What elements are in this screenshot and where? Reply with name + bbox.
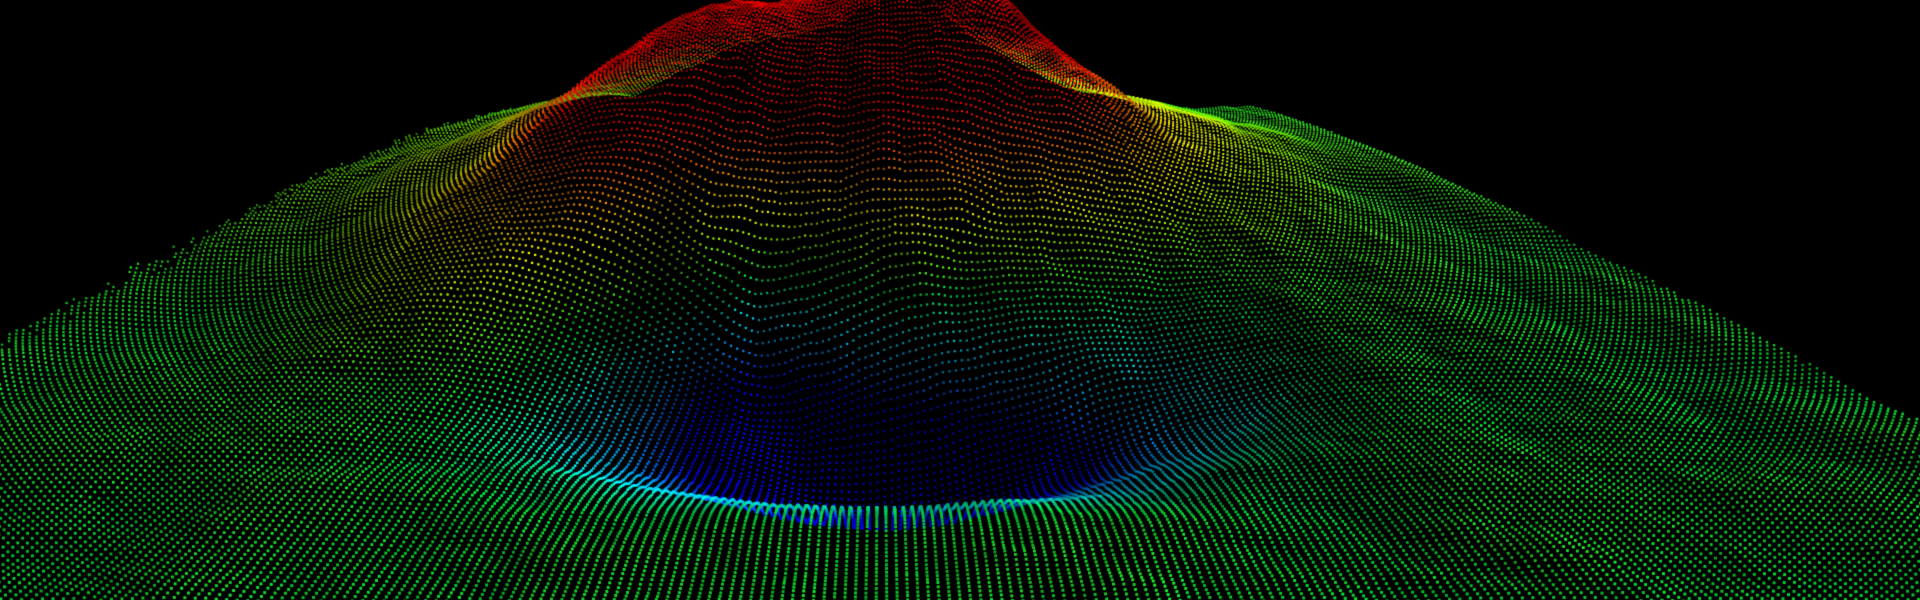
point-cloud-viewport[interactable] <box>0 0 1920 600</box>
terrain-point-cloud <box>0 0 1920 600</box>
